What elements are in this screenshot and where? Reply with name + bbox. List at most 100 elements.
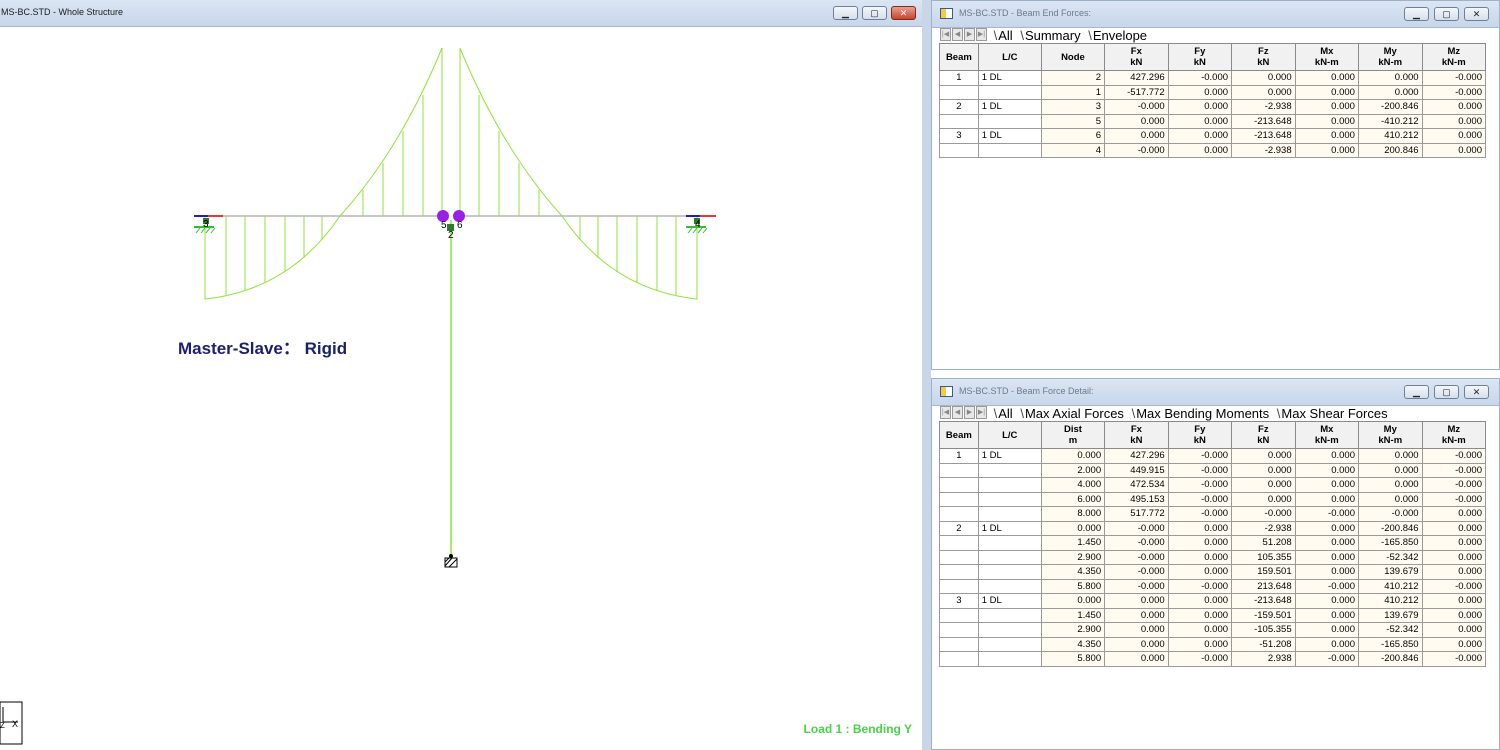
last-page-icon[interactable]: ▶| <box>976 28 987 41</box>
column-header[interactable]: Mz kN-m <box>1421 421 1487 449</box>
table-cell[interactable]: 0.000 <box>1357 491 1423 507</box>
table-cell[interactable]: 0.000 <box>1231 70 1296 86</box>
table-cell[interactable]: 51.208 <box>1231 535 1296 551</box>
table-cell[interactable]: 0.000 <box>1167 128 1233 144</box>
table-cell[interactable]: 0.000 <box>1167 520 1233 536</box>
column-header[interactable]: Beam <box>939 421 979 449</box>
table-cell[interactable] <box>977 113 1042 129</box>
table-cell[interactable]: 1 DL <box>977 448 1042 464</box>
table-cell[interactable]: 0.000 <box>1167 564 1233 580</box>
table-cell[interactable]: 0.000 <box>1294 142 1359 158</box>
table-cell[interactable]: 0.000 <box>1167 535 1233 551</box>
table-cell[interactable]: 0.000 <box>1167 636 1233 652</box>
table-cell[interactable]: 0.000 <box>1357 70 1423 86</box>
table-cell[interactable]: -0.000 <box>1294 578 1359 594</box>
table-cell[interactable]: 5 <box>1040 113 1106 129</box>
table-cell[interactable]: -0.000 <box>1104 535 1169 551</box>
close-button[interactable]: ✕ <box>1464 7 1489 21</box>
table-row[interactable]: 2.900 0.000 0.000 -105.355 0.000 -52.342 0.000 <box>939 622 1487 638</box>
table-cell[interactable]: -0.000 <box>1421 462 1487 478</box>
table-cell[interactable]: 0.000 <box>1421 607 1487 623</box>
table-cell[interactable]: -0.000 <box>1167 651 1233 667</box>
tab-max-axial-forces[interactable]: Max Axial Forces <box>1018 406 1126 421</box>
table-cell[interactable]: 0.000 <box>1294 448 1359 464</box>
table-cell[interactable]: 0.000 <box>1104 636 1169 652</box>
table-cell[interactable]: 0.000 <box>1421 99 1487 115</box>
table-cell[interactable]: 0.000 <box>1167 549 1233 565</box>
next-page-icon[interactable]: ▶ <box>964 406 975 419</box>
table-row[interactable]: 6.000 495.153 -0.000 0.000 0.000 0.000 -0.000 <box>939 491 1487 507</box>
table-row[interactable]: 1.450 -0.000 0.000 51.208 0.000 -165.850 0.000 <box>939 535 1487 551</box>
table-cell[interactable]: 0.000 <box>1294 462 1359 478</box>
table-cell[interactable]: -0.000 <box>1294 506 1359 522</box>
table-cell[interactable]: 0.000 <box>1294 564 1359 580</box>
table-cell[interactable]: 0.000 <box>1294 70 1359 86</box>
table-cell[interactable]: 0.000 <box>1357 84 1423 100</box>
table-cell[interactable]: -213.648 <box>1231 128 1296 144</box>
table-row[interactable]: 4.350 0.000 0.000 -51.208 0.000 -165.850 0.000 <box>939 636 1487 652</box>
table-cell[interactable]: 0.000 <box>1231 84 1296 100</box>
table-cell[interactable]: -52.342 <box>1357 549 1423 565</box>
table-cell[interactable]: 0.000 <box>1167 142 1233 158</box>
table-cell[interactable]: 0.000 <box>1040 593 1106 609</box>
table-cell[interactable]: 495.153 <box>1104 491 1169 507</box>
table-cell[interactable]: 6.000 <box>1040 491 1106 507</box>
table-cell[interactable]: -2.938 <box>1231 99 1296 115</box>
table-row[interactable]: 8.000 517.772 -0.000 -0.000 -0.000 -0.000 0.00… <box>939 506 1487 522</box>
tab-envelope[interactable]: Envelope <box>1086 28 1149 43</box>
table-cell[interactable]: 0.000 <box>1040 520 1106 536</box>
table-cell[interactable]: 0.000 <box>1231 491 1296 507</box>
table-cell[interactable]: 0.000 <box>1104 113 1169 129</box>
table-cell[interactable]: 1.450 <box>1040 535 1106 551</box>
table-cell[interactable] <box>939 578 979 594</box>
column-header[interactable]: Beam <box>939 43 979 71</box>
table-cell[interactable]: -0.000 <box>1421 448 1487 464</box>
tab-summary[interactable]: Summary <box>1018 28 1082 43</box>
table-cell[interactable]: 0.000 <box>1167 622 1233 638</box>
maximize-button[interactable]: ▢ <box>862 6 887 20</box>
table-cell[interactable]: -200.846 <box>1357 520 1423 536</box>
table-row[interactable]: 31 DL 6 0.000 0.000 -213.648 0.000 410.212 0.00… <box>939 128 1487 144</box>
first-page-icon[interactable]: |◀ <box>940 406 951 419</box>
table-cell[interactable] <box>977 564 1042 580</box>
table-cell[interactable] <box>939 564 979 580</box>
table-cell[interactable]: -165.850 <box>1357 636 1423 652</box>
table-cell[interactable]: -0.000 <box>1167 70 1233 86</box>
table-cell[interactable]: 2 <box>939 99 979 115</box>
table-cell[interactable] <box>977 84 1042 100</box>
table-cell[interactable] <box>977 549 1042 565</box>
maximize-button[interactable]: ▢ <box>1434 7 1459 21</box>
table-cell[interactable] <box>939 491 979 507</box>
table-row[interactable]: 5.800 -0.000 -0.000 213.648 -0.000 410.212 -0.… <box>939 578 1487 594</box>
table-cell[interactable]: 1 DL <box>977 520 1042 536</box>
table-cell[interactable]: -517.772 <box>1104 84 1169 100</box>
table-cell[interactable]: -0.000 <box>1167 462 1233 478</box>
table-cell[interactable]: 3 <box>939 128 979 144</box>
table-cell[interactable]: 0.000 <box>1167 607 1233 623</box>
table-cell[interactable] <box>939 84 979 100</box>
table-cell[interactable]: 105.355 <box>1231 549 1296 565</box>
minimize-button[interactable]: ▁ <box>1404 385 1429 399</box>
table-cell[interactable]: 200.846 <box>1357 142 1423 158</box>
table-cell[interactable]: -0.000 <box>1231 506 1296 522</box>
table-cell[interactable]: 0.000 <box>1294 636 1359 652</box>
table-cell[interactable]: 0.000 <box>1104 593 1169 609</box>
table-cell[interactable]: -0.000 <box>1167 448 1233 464</box>
table-cell[interactable]: 0.000 <box>1294 84 1359 100</box>
table-row[interactable]: 5 0.000 0.000 -213.648 0.000 -410.212 0.000 <box>939 113 1487 129</box>
title-bar[interactable]: MS-BC.STD - Beam Force Detail: ▁ ▢ ✕ <box>932 379 1499 406</box>
table-cell[interactable]: 427.296 <box>1104 70 1169 86</box>
maximize-button[interactable]: ▢ <box>1434 385 1459 399</box>
table-cell[interactable] <box>939 535 979 551</box>
table-cell[interactable]: 2.900 <box>1040 622 1106 638</box>
prev-page-icon[interactable]: ◀ <box>952 406 963 419</box>
column-header[interactable]: Fx kN <box>1104 421 1169 449</box>
table-cell[interactable] <box>939 462 979 478</box>
table-cell[interactable] <box>977 607 1042 623</box>
table-cell[interactable]: 213.648 <box>1231 578 1296 594</box>
table-cell[interactable]: 0.000 <box>1294 607 1359 623</box>
table-cell[interactable]: 0.000 <box>1421 593 1487 609</box>
table-cell[interactable]: -0.000 <box>1104 520 1169 536</box>
table-cell[interactable]: 0.000 <box>1421 622 1487 638</box>
table-cell[interactable]: 1 DL <box>977 593 1042 609</box>
